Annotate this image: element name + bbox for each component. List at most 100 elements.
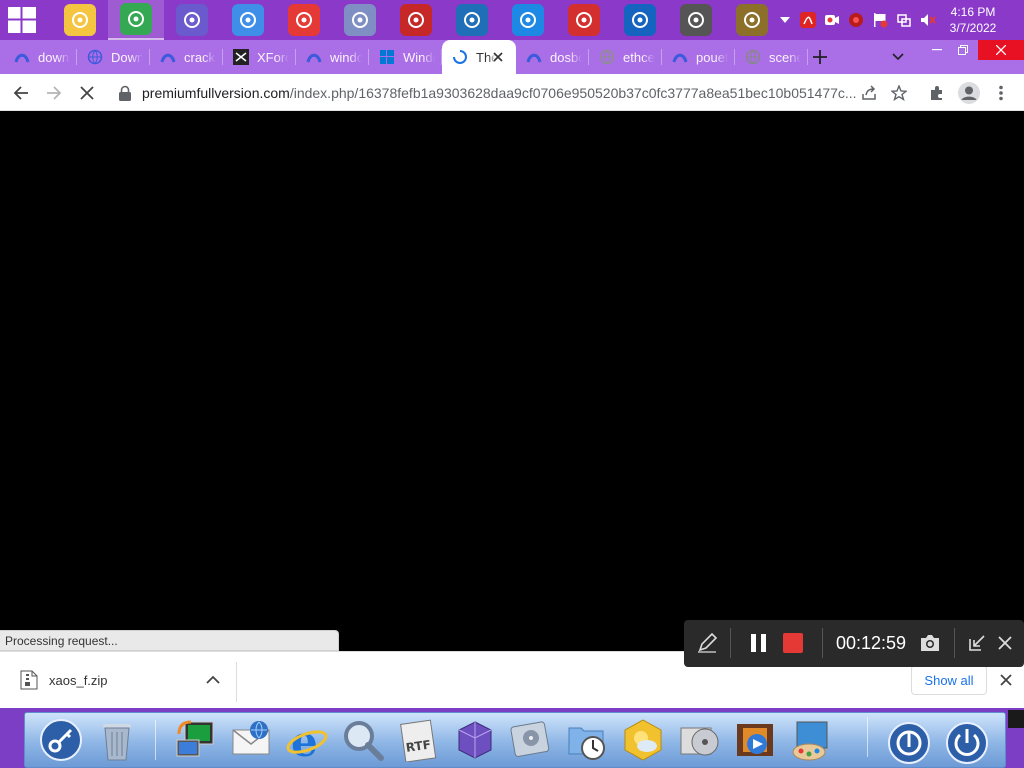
recycle-bin-dock-icon[interactable] bbox=[89, 714, 145, 766]
taskbar-pin[interactable] bbox=[108, 0, 164, 40]
arc-favicon-icon bbox=[14, 49, 30, 65]
taskbar-clock[interactable]: 4:16 PM 3/7/2022 bbox=[938, 4, 1008, 36]
close-window-button[interactable] bbox=[978, 40, 1024, 60]
dock-bar: e RTF bbox=[0, 708, 1024, 768]
taskbar-pin[interactable] bbox=[500, 0, 556, 40]
xforce-favicon-icon bbox=[233, 49, 249, 65]
browser-tab[interactable]: The bbox=[442, 40, 516, 74]
tab-title: crack bbox=[184, 49, 216, 65]
taskbar-pin[interactable] bbox=[444, 0, 500, 40]
close-download-shelf-button[interactable] bbox=[997, 671, 1015, 689]
tab-search-chevron-icon[interactable] bbox=[886, 46, 910, 68]
new-tab-button[interactable] bbox=[806, 44, 834, 70]
browser-toolbar: premiumfullversion.com/index.php/16378fe… bbox=[0, 74, 1024, 111]
disk-utility-dock-icon[interactable] bbox=[503, 714, 559, 766]
arc-favicon-icon bbox=[672, 49, 688, 65]
system-tray bbox=[776, 0, 938, 40]
arc-favicon-icon bbox=[306, 49, 322, 65]
profile-avatar-icon[interactable] bbox=[956, 80, 982, 106]
stop-loading-button[interactable] bbox=[74, 80, 100, 106]
browser-tab[interactable]: dosbox bbox=[516, 40, 589, 74]
media-player-dock-icon[interactable] bbox=[671, 714, 727, 766]
restore-window-button[interactable] bbox=[948, 40, 978, 60]
search-magnifier-dock-icon[interactable] bbox=[335, 714, 391, 766]
network-tray-icon[interactable] bbox=[894, 10, 914, 30]
speaker-muted-icon[interactable] bbox=[918, 10, 938, 30]
recorder-separator bbox=[730, 628, 731, 658]
tab-title: windows bbox=[330, 49, 362, 65]
pinned-apps bbox=[52, 0, 780, 40]
stop-recording-button[interactable] bbox=[780, 630, 806, 656]
browser-menu-icon[interactable] bbox=[988, 80, 1014, 106]
taskbar-pin[interactable] bbox=[220, 0, 276, 40]
show-all-downloads-button[interactable]: Show all bbox=[911, 665, 987, 695]
url-path: /index.php/16378fefb1a9303628daa9cf0706e… bbox=[289, 85, 857, 101]
tab-list: downloads Download crack XForce windows Windo… bbox=[4, 40, 808, 74]
mail-dock-icon[interactable] bbox=[223, 714, 279, 766]
screenshot-camera-icon[interactable] bbox=[917, 630, 943, 656]
browser-tab[interactable]: windows bbox=[296, 40, 369, 74]
share-icon[interactable] bbox=[856, 80, 882, 106]
antivirus-tray-icon[interactable] bbox=[846, 10, 866, 30]
document-rtf-dock-icon[interactable]: RTF bbox=[391, 714, 447, 766]
pause-recording-button[interactable] bbox=[746, 630, 772, 656]
paint-dock-icon[interactable] bbox=[783, 714, 839, 766]
close-tab-icon[interactable] bbox=[490, 49, 506, 65]
browser-tab[interactable]: Download bbox=[77, 40, 150, 74]
taskbar-pin[interactable] bbox=[556, 0, 612, 40]
browser-tab[interactable]: Windows bbox=[369, 40, 442, 74]
page-content-area[interactable] bbox=[0, 111, 1024, 651]
lock-icon[interactable] bbox=[118, 85, 132, 101]
close-recorder-icon[interactable] bbox=[992, 630, 1018, 656]
shield-lock-icon bbox=[456, 4, 488, 36]
annotate-pen-icon[interactable] bbox=[694, 630, 720, 656]
taskbar-pin[interactable] bbox=[724, 0, 780, 40]
browser-tab[interactable]: pouet bbox=[662, 40, 735, 74]
clock-time: 4:16 PM bbox=[950, 5, 996, 19]
remote-desktop-dock-icon[interactable] bbox=[167, 714, 223, 766]
3d-cube-dock-icon[interactable] bbox=[447, 714, 503, 766]
browser-tab[interactable]: XForce bbox=[223, 40, 296, 74]
taskbar-pin[interactable] bbox=[164, 0, 220, 40]
tab-title: Windows bbox=[403, 49, 435, 65]
taskbar-pin[interactable] bbox=[668, 0, 724, 40]
taskbar-pin[interactable] bbox=[332, 0, 388, 40]
download-item[interactable]: xaos_f.zip bbox=[14, 668, 236, 694]
clock-folder-dock-icon[interactable] bbox=[559, 714, 615, 766]
browser-tab[interactable]: scene bbox=[735, 40, 808, 74]
extensions-puzzle-icon[interactable] bbox=[924, 80, 950, 106]
taskbar-pin[interactable] bbox=[612, 0, 668, 40]
minimize-recorder-icon[interactable] bbox=[964, 630, 990, 656]
globe-favicon-icon bbox=[87, 49, 103, 65]
recorder-tray-icon[interactable] bbox=[822, 10, 842, 30]
forward-button[interactable] bbox=[41, 80, 67, 106]
download-filename: xaos_f.zip bbox=[49, 673, 108, 688]
back-button[interactable] bbox=[8, 80, 34, 106]
key-lock-dock-icon[interactable] bbox=[33, 714, 89, 766]
windows-start-icon[interactable] bbox=[8, 7, 36, 33]
download-options-chevron-icon[interactable] bbox=[206, 672, 222, 688]
taskbar-pin[interactable] bbox=[388, 0, 444, 40]
install-disk-icon bbox=[680, 4, 712, 36]
weather-hexagon-dock-icon[interactable] bbox=[615, 714, 671, 766]
taskbar-pin[interactable] bbox=[52, 0, 108, 40]
settings-icon bbox=[176, 4, 208, 36]
internet-explorer-dock-icon[interactable]: e bbox=[279, 714, 335, 766]
browser-tab[interactable]: crack bbox=[150, 40, 223, 74]
bookmark-star-icon[interactable] bbox=[886, 80, 912, 106]
url-text[interactable]: premiumfullversion.com/index.php/16378fe… bbox=[142, 85, 862, 101]
screen-recorder-icon bbox=[568, 4, 600, 36]
flag-warning-tray-icon[interactable] bbox=[870, 10, 890, 30]
dock-corner bbox=[1008, 710, 1024, 728]
tab-title: downloads bbox=[38, 49, 70, 65]
show-hidden-icons-chevron-icon[interactable] bbox=[776, 11, 794, 29]
power-dock-icon[interactable] bbox=[939, 717, 995, 768]
video-filmstrip-dock-icon[interactable] bbox=[727, 714, 783, 766]
logoff-dock-icon[interactable] bbox=[881, 717, 937, 768]
browser-tab[interactable]: ethcean bbox=[589, 40, 662, 74]
url-host: premiumfullversion.com bbox=[142, 85, 290, 101]
browser-tab[interactable]: downloads bbox=[4, 40, 77, 74]
acrobat-tray-icon[interactable] bbox=[798, 10, 818, 30]
taskbar-pin[interactable] bbox=[276, 0, 332, 40]
address-bar[interactable]: premiumfullversion.com/index.php/16378fe… bbox=[110, 78, 914, 108]
